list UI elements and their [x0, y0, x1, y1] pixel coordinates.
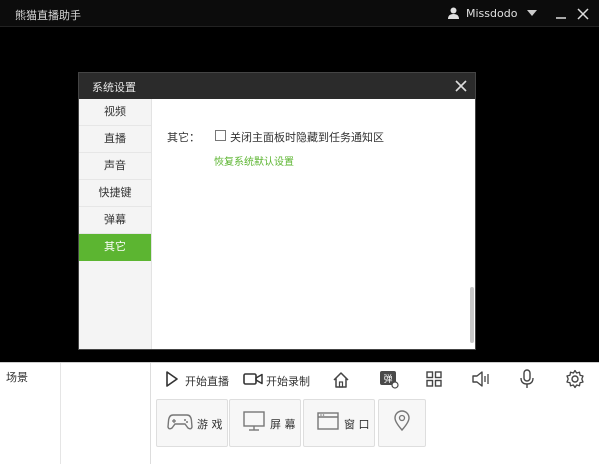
start-live-button[interactable]: 开始直播	[165, 369, 241, 391]
other-section-label: 其它：	[167, 131, 200, 144]
screen-source-label: 屏 幕	[270, 418, 296, 431]
bottom-panel: 场景 开始直播 开始录制 弹 游 戏 屏 幕 窗 口	[0, 362, 599, 464]
window-source-button[interactable]: 窗 口	[303, 399, 375, 447]
monitor-icon	[243, 411, 265, 431]
grid-icon[interactable]	[425, 370, 443, 388]
hide-to-tray-label[interactable]: 关闭主面板时隐藏到任务通知区	[230, 129, 384, 145]
window-icon	[317, 412, 339, 430]
screen-source-button[interactable]: 屏 幕	[229, 399, 301, 447]
scene-divider	[60, 363, 61, 464]
minimize-button[interactable]	[555, 8, 567, 20]
game-source-button[interactable]: 游 戏	[156, 399, 228, 447]
start-live-label: 开始直播	[185, 375, 229, 388]
nav-item-other[interactable]: 其它	[79, 234, 151, 261]
restore-defaults-link[interactable]: 恢复系统默认设置	[214, 153, 294, 168]
title-bar: 熊猫直播助手 Missdodo	[0, 0, 599, 27]
username[interactable]: Missdodo	[466, 7, 517, 20]
scene-panel: 场景	[0, 363, 151, 464]
dialog-title: 系统设置	[92, 81, 136, 94]
start-record-label: 开始录制	[266, 375, 310, 388]
account-dropdown-icon[interactable]	[527, 10, 537, 16]
play-icon	[166, 371, 178, 387]
game-source-label: 游 戏	[197, 418, 223, 431]
app-title: 熊猫直播助手	[15, 9, 81, 22]
settings-dialog: 系统设置 视频 直播 声音 快捷键 弹幕 其它 其它： 关闭主面板时隐藏到任务通…	[78, 72, 476, 350]
start-record-button[interactable]: 开始录制	[243, 369, 321, 391]
dialog-close-icon[interactable]	[455, 80, 467, 92]
nav-item-video[interactable]: 视频	[79, 99, 151, 126]
scene-label: 场景	[6, 371, 28, 384]
microphone-icon[interactable]	[519, 369, 535, 389]
map-pin-icon	[394, 410, 410, 432]
window-source-label: 窗 口	[344, 418, 370, 431]
nav-item-hotkeys[interactable]: 快捷键	[79, 180, 151, 207]
nav-item-live[interactable]: 直播	[79, 126, 151, 153]
svg-text:弹: 弹	[383, 373, 392, 385]
settings-gear-icon[interactable]	[565, 369, 585, 389]
control-toolbar: 开始直播 开始录制 弹	[151, 363, 599, 397]
user-icon[interactable]	[448, 7, 459, 19]
nav-item-audio[interactable]: 声音	[79, 153, 151, 180]
nav-item-danmaku[interactable]: 弹幕	[79, 207, 151, 234]
danmaku-icon[interactable]: 弹	[379, 369, 399, 389]
scrollbar-thumb[interactable]	[470, 287, 474, 343]
location-source-button[interactable]	[378, 399, 426, 447]
video-camera-icon	[243, 373, 263, 385]
speaker-icon[interactable]	[471, 370, 491, 388]
settings-nav: 视频 直播 声音 快捷键 弹幕 其它	[79, 99, 152, 349]
home-icon[interactable]	[331, 370, 351, 390]
hide-to-tray-checkbox[interactable]	[215, 130, 226, 141]
dialog-header: 系统设置	[79, 73, 475, 99]
close-window-button[interactable]	[576, 7, 590, 21]
gamepad-icon	[167, 414, 193, 430]
